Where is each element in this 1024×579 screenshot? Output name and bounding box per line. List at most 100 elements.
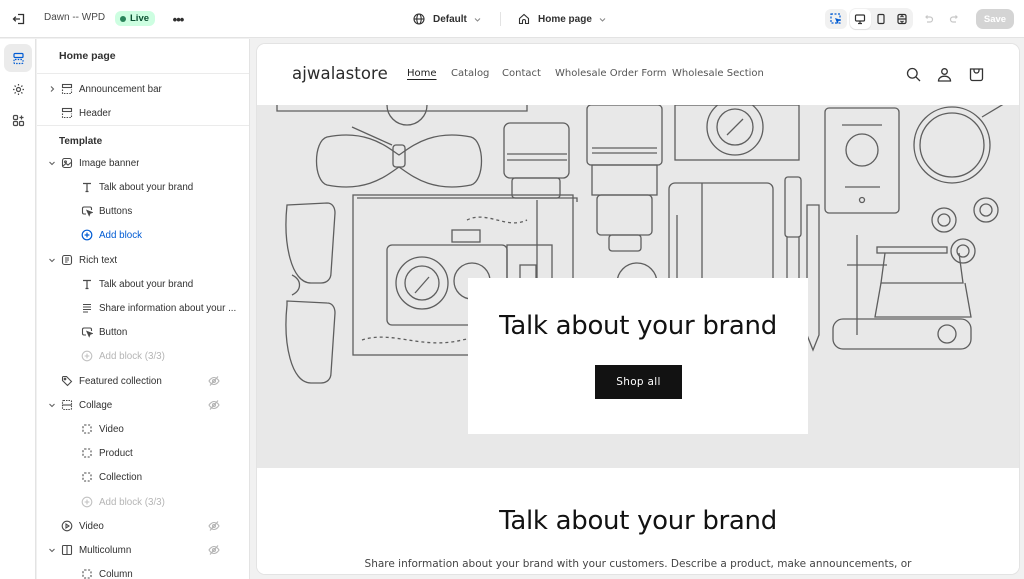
add-block-button[interactable]: Add block: [37, 224, 249, 246]
section-label: Rich text: [79, 254, 118, 266]
apps-tab[interactable]: [4, 106, 32, 134]
section-image-banner[interactable]: Image banner: [37, 152, 249, 174]
divider: [500, 12, 501, 26]
block-dashed-icon: [80, 470, 94, 484]
eye-hidden-icon[interactable]: [207, 398, 221, 412]
section-label: Multicolumn: [79, 544, 132, 556]
divider: [37, 125, 249, 126]
section-featured-collection[interactable]: Featured collection: [37, 370, 249, 392]
eye-hidden-icon[interactable]: [207, 519, 221, 533]
globe-icon: [413, 13, 425, 25]
status-badge: Live: [115, 11, 156, 26]
rich-text-icon: [60, 253, 74, 267]
block-product[interactable]: Product: [37, 442, 249, 464]
block-collection[interactable]: Collection: [37, 466, 249, 488]
block-buttons[interactable]: Buttons: [37, 200, 249, 222]
chevron-down-icon: [599, 17, 606, 22]
shop-all-button[interactable]: Shop all: [595, 365, 682, 399]
redo-icon: [949, 14, 958, 23]
nav-link-wholesale-section[interactable]: Wholesale Section: [672, 68, 764, 79]
block-heading[interactable]: Talk about your brand: [37, 273, 249, 295]
banner-content-box: Talk about your brand Shop all: [468, 278, 808, 434]
chevron-down-icon[interactable]: [47, 400, 57, 410]
save-button[interactable]: Save: [976, 9, 1014, 29]
plus-circle-icon: [80, 228, 94, 242]
block-video[interactable]: Video: [37, 418, 249, 440]
theme-selector-label: Default: [433, 13, 467, 25]
section-rich-text[interactable]: Rich text: [37, 249, 249, 271]
tag-icon: [60, 374, 74, 388]
exit-icon: [12, 13, 25, 25]
redo-button[interactable]: [946, 11, 962, 27]
section-header[interactable]: Header: [37, 102, 249, 124]
image-banner: Talk about your brand Shop all: [257, 105, 1019, 468]
mobile-icon: [877, 13, 885, 25]
chevron-down-icon[interactable]: [47, 158, 57, 168]
sections-tab[interactable]: [4, 44, 32, 72]
nav-link-wholesale-order-form[interactable]: Wholesale Order Form: [555, 68, 667, 79]
search-icon[interactable]: [904, 65, 922, 83]
eye-hidden-icon[interactable]: [207, 374, 221, 388]
nav-link-home[interactable]: Home: [407, 68, 437, 79]
select-cursor-icon: [830, 13, 841, 24]
undo-button[interactable]: [920, 11, 936, 27]
rich-text-body: Share information about your brand with …: [364, 558, 912, 570]
mobile-view-button[interactable]: [871, 9, 892, 29]
add-block-label: Add block: [99, 229, 143, 241]
play-circle-icon: [60, 519, 74, 533]
text-icon: [80, 180, 94, 194]
button-pointer-icon: [80, 204, 94, 218]
nav-link-catalog[interactable]: Catalog: [451, 68, 489, 79]
home-icon: [518, 13, 530, 25]
section-video[interactable]: Video: [37, 515, 249, 537]
gear-icon: [12, 83, 24, 95]
store-logo[interactable]: ajwalastore: [292, 64, 388, 83]
exit-button[interactable]: [10, 10, 28, 28]
page-selector[interactable]: Home page: [518, 10, 615, 28]
block-button[interactable]: Button: [37, 321, 249, 343]
fullscreen-icon: [897, 13, 907, 25]
undo-icon: [924, 14, 933, 23]
section-multicolumn[interactable]: Multicolumn: [37, 539, 249, 561]
block-label: Button: [99, 326, 128, 338]
block-text[interactable]: Share information about your ...: [37, 297, 249, 319]
section-label: Video: [79, 520, 104, 532]
rich-text-heading: Talk about your brand: [499, 506, 777, 536]
collage-icon: [60, 398, 74, 412]
add-block-button-disabled[interactable]: Add block (3/3): [37, 491, 249, 513]
inspector-toggle-button[interactable]: [825, 9, 847, 29]
block-dashed-icon: [80, 567, 94, 579]
storefront-preview: ajwalastore Home Catalog Contact Wholesa…: [257, 44, 1019, 574]
chevron-down-icon[interactable]: [47, 545, 57, 555]
rich-text-section: Talk about your brand Share information …: [257, 468, 1019, 574]
plus-circle-icon: [80, 495, 94, 509]
nav-link-contact[interactable]: Contact: [502, 68, 541, 79]
apps-icon: [12, 114, 24, 126]
account-icon[interactable]: [935, 65, 953, 83]
layout-header-icon: [60, 106, 74, 120]
block-heading[interactable]: Talk about your brand: [37, 176, 249, 198]
section-label: Header: [79, 107, 112, 119]
section-label: Announcement bar: [79, 83, 162, 95]
desktop-view-button[interactable]: [850, 9, 871, 29]
section-collage[interactable]: Collage: [37, 394, 249, 416]
device-preview-group: [849, 8, 913, 30]
theme-selector[interactable]: Default: [413, 10, 490, 28]
template-heading: Template: [59, 136, 103, 147]
more-actions-button[interactable]: •••: [170, 10, 186, 28]
theme-settings-tab[interactable]: [4, 75, 32, 103]
block-label: Talk about your brand: [99, 181, 194, 193]
eye-hidden-icon[interactable]: [207, 543, 221, 557]
cart-icon[interactable]: [967, 65, 985, 83]
sections-icon: [12, 52, 24, 64]
section-announcement-bar[interactable]: Announcement bar: [37, 78, 249, 100]
fullscreen-view-button[interactable]: [891, 9, 912, 29]
block-label: Product: [99, 447, 133, 459]
add-block-button-disabled[interactable]: Add block (3/3): [37, 345, 249, 367]
chevron-right-icon[interactable]: [47, 84, 57, 94]
chevron-down-icon[interactable]: [47, 255, 57, 265]
block-dashed-icon: [80, 422, 94, 436]
add-block-label: Add block (3/3): [99, 350, 165, 362]
block-label: Collection: [99, 471, 143, 483]
block-column[interactable]: Column: [37, 563, 249, 579]
